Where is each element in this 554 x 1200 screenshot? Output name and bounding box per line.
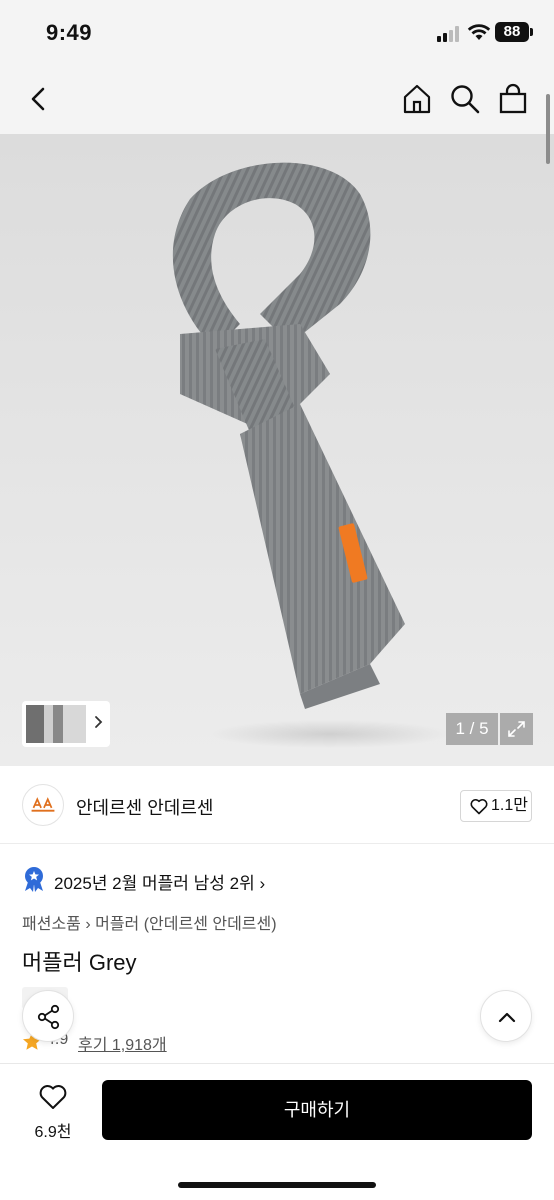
rank-badge-icon	[25, 867, 43, 892]
heart-icon	[470, 798, 488, 815]
status-time: 9:49	[46, 20, 93, 45]
chevron-right-icon: ›	[259, 874, 266, 893]
top-nav	[0, 66, 554, 134]
bottom-action-bar: 6.9천 구매하기	[0, 1063, 554, 1200]
shopping-bag-icon[interactable]	[496, 82, 530, 116]
ranking-text[interactable]: 2025년 2월 머플러 남성 2위 ›	[54, 869, 265, 894]
battery-tip	[530, 28, 533, 36]
chevron-up-icon	[498, 1012, 516, 1023]
wifi-icon	[467, 24, 491, 40]
review-count-link[interactable]: 후기 1,918개	[78, 1031, 167, 1055]
home-icon[interactable]	[400, 82, 434, 116]
chevron-right-icon[interactable]	[90, 712, 106, 732]
chevron-left-icon[interactable]	[22, 82, 56, 116]
brand-name[interactable]: 안데르센 안데르센	[76, 794, 213, 820]
page-scrollbar[interactable]	[546, 94, 550, 164]
thumbnail-image[interactable]	[26, 705, 86, 743]
share-icon	[37, 1004, 60, 1030]
battery-indicator: 88	[495, 22, 529, 42]
buy-button[interactable]: 구매하기	[102, 1080, 532, 1140]
signal-icon	[437, 26, 459, 42]
wishlist-count: 6.9천	[34, 1124, 72, 1141]
brand-like-button[interactable]: 1.1만	[460, 790, 532, 822]
expand-icon[interactable]	[500, 713, 533, 745]
brand-row[interactable]: 안데르센 안데르센 1.1만	[0, 766, 554, 844]
scroll-top-button[interactable]	[480, 990, 532, 1042]
breadcrumb[interactable]: 패션소품 › 머플러 (안데르센 안데르센)	[22, 910, 277, 934]
product-image[interactable]	[0, 134, 554, 766]
brand-logo[interactable]	[22, 784, 64, 826]
share-button[interactable]	[22, 990, 74, 1042]
product-title: 머플러 Grey	[22, 950, 137, 975]
scarf-image	[172, 162, 450, 748]
wishlist-button[interactable]: 6.9천	[22, 1082, 84, 1142]
status-bar: 9:49 88	[0, 0, 554, 66]
home-indicator	[178, 1182, 376, 1188]
search-icon[interactable]	[448, 82, 482, 116]
brand-like-count: 1.1만	[491, 797, 528, 814]
heart-icon	[39, 1085, 67, 1109]
image-counter: 1 / 5	[446, 713, 498, 745]
